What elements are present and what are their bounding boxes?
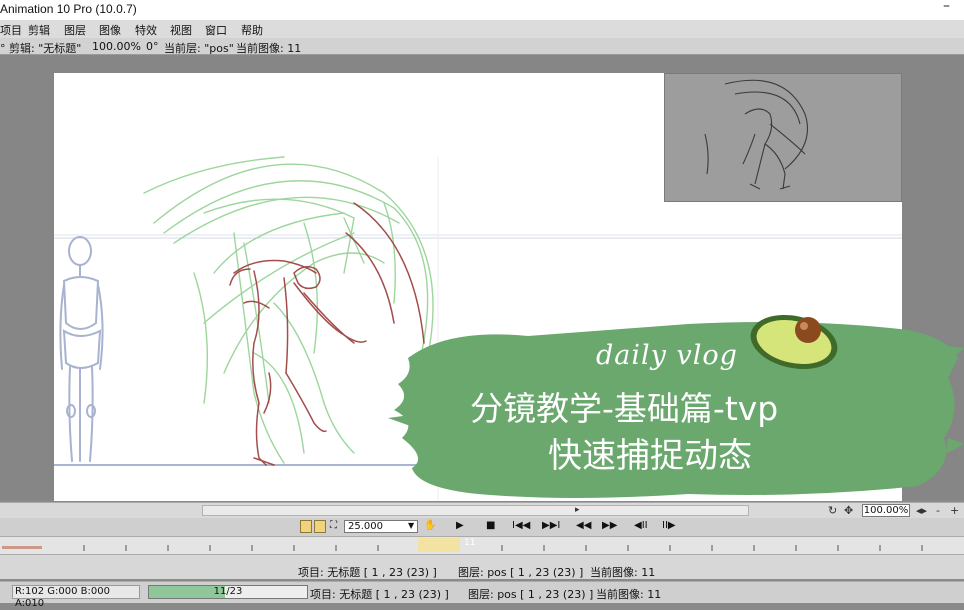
project-range-bottom: 项目: 无标题 [ 1 , 23 (23) ] <box>310 588 449 601</box>
fps-dropdown-icon[interactable]: ▼ <box>408 521 414 530</box>
project-range: 项目: 无标题 [ 1 , 23 (23) ] <box>298 566 437 579</box>
menu-clip[interactable]: 剪辑 <box>28 22 50 38</box>
current-image-status: 当前图像: 11 <box>590 566 656 579</box>
current-image-bottom: 当前图像: 11 <box>596 588 662 601</box>
reference-thumbnail <box>664 73 902 202</box>
thumbnail-sketch <box>704 79 809 190</box>
current-frame-number: 11 <box>464 538 476 548</box>
zoom-in-button[interactable]: + <box>950 504 959 517</box>
stop-button[interactable]: ■ <box>486 520 495 531</box>
step-back-button[interactable]: ◀II <box>634 520 648 531</box>
playback-bar: ⛶ 25.000 ▼ ✋ ▶ ■ I◀◀ ▶▶I ◀◀ ▶▶ ◀II II▶ <box>0 518 964 537</box>
sound-toggle[interactable] <box>300 520 312 533</box>
first-frame-button[interactable]: I◀◀ <box>512 520 530 531</box>
zoom-out-button[interactable]: - <box>936 504 940 517</box>
layer-range: 图层: pos [ 1 , 23 (23) ] <box>458 566 584 579</box>
menu-view[interactable]: 视图 <box>170 22 192 38</box>
title-bar: Animation 10 Pro (10.0.7) – <box>0 0 964 20</box>
bottom-status-bar: R:102 G:000 B:000 A:010 11/23 项目: 无标题 [ … <box>0 581 964 609</box>
timeline-ruler[interactable]: 11 <box>0 537 964 555</box>
frame-counter: 11/23 <box>213 586 243 597</box>
hand-icon[interactable]: ✋ <box>424 520 436 531</box>
info-bar: ° 剪辑: "无标题" 100.00% 0° 当前层: "pos" 当前图像: … <box>0 38 964 55</box>
prev-button[interactable]: ◀◀ <box>576 520 591 531</box>
loop-toggle[interactable] <box>314 520 326 533</box>
zoom-readout: 100.00% <box>92 40 141 53</box>
menu-effects[interactable]: 特效 <box>135 22 157 38</box>
step-forward-button[interactable]: II▶ <box>662 520 676 531</box>
frame-progress[interactable]: 11/23 <box>148 585 308 599</box>
banner-subtitle: 快速捕捉动态 <box>548 436 752 476</box>
banner-title: 分镜教学-基础篇-tvp <box>470 389 779 428</box>
play-button[interactable]: ▶ <box>456 520 464 531</box>
menu-layer[interactable]: 图层 <box>64 22 86 38</box>
menu-image[interactable]: 图像 <box>99 22 121 38</box>
timeline-ticks <box>83 545 923 551</box>
window-title: Animation 10 Pro (10.0.7) <box>0 2 137 16</box>
avocado-icon <box>750 314 838 370</box>
flip-icon[interactable]: ◂▸ <box>916 504 927 517</box>
current-frame-marker[interactable] <box>418 538 460 552</box>
next-button[interactable]: ▶▶ <box>602 520 617 531</box>
onion-icon[interactable]: ⛶ <box>330 520 337 531</box>
canvas-scroll-row: ▸ ↻ ✥ 100.00% ◂▸ - + <box>0 502 964 519</box>
angle-readout: 0° <box>146 40 159 53</box>
menu-help[interactable]: 帮助 <box>241 22 263 38</box>
current-layer: 当前层: "pos" <box>164 42 234 55</box>
menu-window[interactable]: 窗口 <box>205 22 227 38</box>
menu-bar: 项目 剪辑 图层 图像 特效 视图 窗口 帮助 <box>0 20 964 39</box>
vlog-caption: daily vlog <box>596 340 738 371</box>
scroll-thumb[interactable]: ▸ <box>575 505 580 515</box>
clip-name: ° 剪辑: "无标题" <box>0 42 82 55</box>
fps-field[interactable]: 25.000 <box>344 520 418 533</box>
layer-range-bottom: 图层: pos [ 1 , 23 (23) ] <box>468 588 594 601</box>
menu-project[interactable]: 项目 <box>0 22 22 38</box>
minimize-button[interactable]: – <box>943 0 950 14</box>
rotate-icon[interactable]: ↻ <box>828 504 837 517</box>
color-readout: R:102 G:000 B:000 A:010 <box>12 585 140 609</box>
zoom-field[interactable]: 100.00% <box>862 504 910 517</box>
current-image: 当前图像: 11 <box>236 42 302 55</box>
last-frame-button[interactable]: ▶▶I <box>542 520 560 531</box>
status-row: 项目: 无标题 [ 1 , 23 (23) ] 图层: pos [ 1 , 23… <box>0 555 964 579</box>
horizontal-scrollbar[interactable]: ▸ <box>202 505 749 516</box>
center-icon[interactable]: ✥ <box>844 504 853 517</box>
